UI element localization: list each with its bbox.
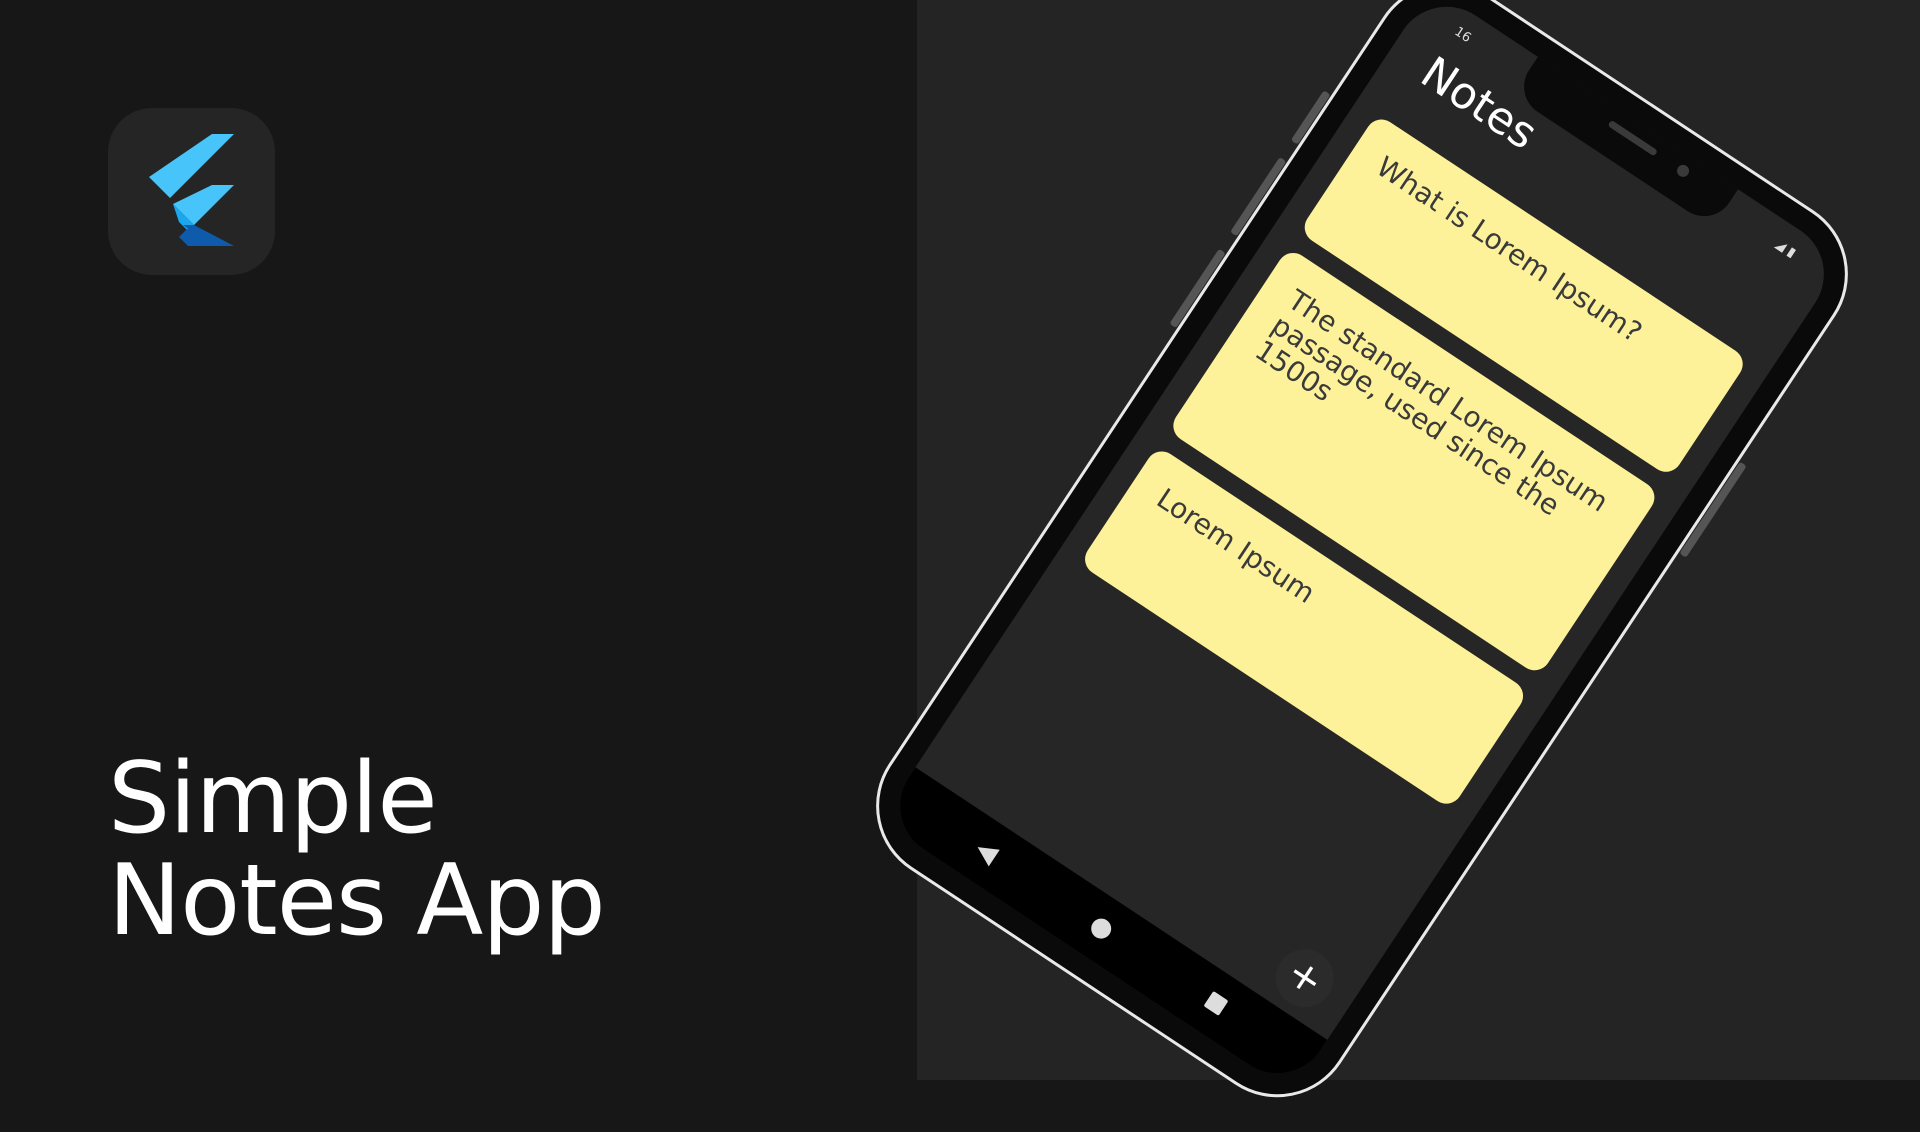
status-time: 16 bbox=[1451, 24, 1474, 46]
hero-title-line1: Simple bbox=[108, 742, 438, 856]
flutter-logo-icon bbox=[149, 134, 234, 246]
hero-title-line2: Notes App bbox=[108, 844, 606, 958]
back-triangle-icon[interactable]: ◀ bbox=[970, 834, 1003, 870]
front-camera-icon bbox=[1674, 162, 1692, 180]
hero-title: Simple Notes App bbox=[108, 742, 606, 958]
home-circle-icon[interactable] bbox=[1087, 914, 1116, 943]
status-signal-icon: ◢ ▮ bbox=[1772, 236, 1799, 261]
screen-title: Notes bbox=[1411, 47, 1546, 160]
left-panel: Simple Notes App bbox=[0, 0, 917, 1080]
app-icon bbox=[108, 108, 275, 275]
note-text: What is Lorem Ipsum? bbox=[1370, 149, 1648, 350]
recents-square-icon[interactable] bbox=[1203, 990, 1229, 1016]
phone-mockup: 16 ◢ ▮ Notes What is Lorem Ipsum? The st… bbox=[846, 0, 1878, 1127]
